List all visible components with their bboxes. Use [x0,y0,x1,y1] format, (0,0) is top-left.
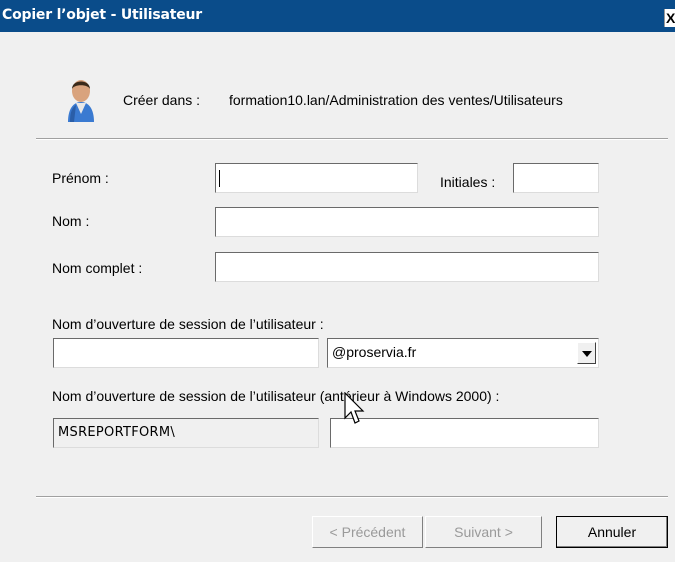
title-bar[interactable]: Copier l’objet - Utilisateur X [0,0,675,32]
cancel-button[interactable]: Annuler [556,516,668,548]
create-in-label: Créer dans : [123,92,201,108]
last-name-label: Nom : [52,213,90,229]
previous-button[interactable]: < Précédent [312,516,423,548]
full-name-input[interactable] [215,252,599,282]
domain-select[interactable]: @proservia.fr [327,338,599,368]
footer-separator [36,496,668,498]
close-icon: X [666,10,675,26]
first-name-input[interactable] [215,163,418,193]
legacy-domain-field: MSREPORTFORM\ [53,418,319,448]
user-icon [68,80,94,122]
text-caret [219,170,220,187]
initials-label: Initiales : [440,174,496,190]
header-separator [36,138,668,140]
create-in-path: formation10.lan/Administration des vente… [229,92,563,108]
mouse-pointer-icon [344,392,365,424]
logon-name-label: Nom d’ouverture de session de l’utilisat… [52,316,324,332]
copy-object-dialog: Copier l’objet - Utilisateur X Créer dan… [0,0,675,562]
first-name-label: Prénom : [52,170,109,186]
domain-selected-value: @proservia.fr [332,344,417,360]
legacy-logon-input[interactable] [330,418,599,448]
close-button[interactable]: X [664,9,675,27]
window-title: Copier l’objet - Utilisateur [2,7,202,23]
logon-name-input[interactable] [53,338,319,368]
last-name-input[interactable] [215,207,599,237]
full-name-label: Nom complet : [52,260,143,276]
legacy-logon-label: Nom d’ouverture de session de l’utilisat… [52,388,500,404]
next-button[interactable]: Suivant > [425,516,542,548]
initials-input[interactable] [513,163,599,193]
chevron-down-icon[interactable] [577,342,596,364]
